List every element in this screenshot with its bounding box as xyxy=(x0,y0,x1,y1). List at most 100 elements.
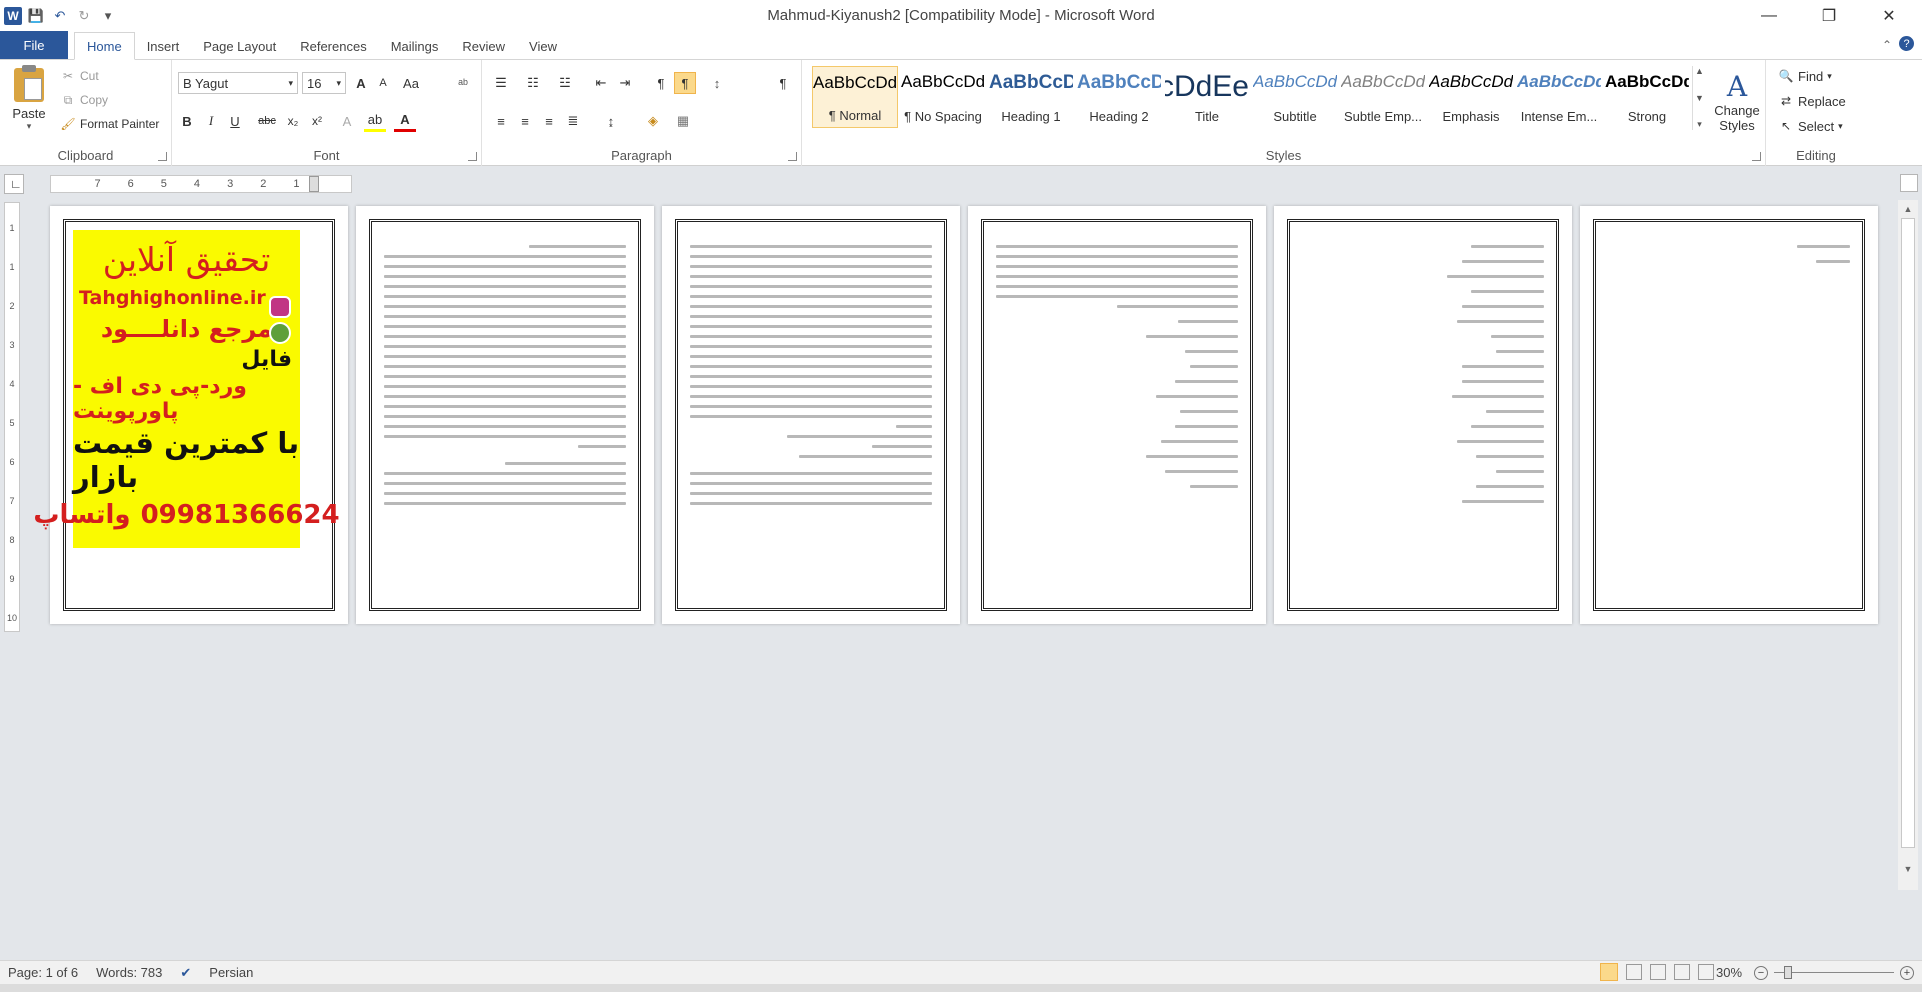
multilevel-list-button[interactable]: ☳ xyxy=(554,72,576,94)
paragraph-dialog-launcher[interactable] xyxy=(788,152,797,161)
shrink-font-button[interactable]: A xyxy=(372,72,394,94)
replace-button[interactable]: ⇄ Replace xyxy=(1778,93,1846,109)
zoom-slider[interactable] xyxy=(1774,972,1894,973)
strikethrough-button[interactable]: abc xyxy=(256,110,278,132)
paste-button[interactable]: Paste ▾ xyxy=(8,65,50,138)
align-right-button[interactable]: ≡ xyxy=(538,110,560,132)
outline-icon[interactable] xyxy=(1674,964,1690,980)
text-effects-button[interactable]: A xyxy=(336,110,358,132)
style-title[interactable]: AaBbCcDdEe Title xyxy=(1164,66,1250,128)
style-strong[interactable]: AaBbCcDdEe Strong xyxy=(1604,66,1690,128)
full-screen-reading-icon[interactable] xyxy=(1626,964,1642,980)
font-color-button[interactable]: A xyxy=(394,110,416,132)
show-formatting-button[interactable]: ¶ xyxy=(772,72,794,94)
zoom-in-button[interactable]: + xyxy=(1900,965,1914,980)
minimize-button[interactable]: — xyxy=(1746,0,1792,32)
tab-insert[interactable]: Insert xyxy=(135,33,192,59)
zoom-level[interactable]: 30% xyxy=(1716,965,1742,980)
tab-file[interactable]: File xyxy=(0,31,68,59)
rtl-button[interactable]: ¶ xyxy=(674,72,696,94)
style-normal[interactable]: AaBbCcDdEe ¶ Normal xyxy=(812,66,898,128)
italic-button[interactable]: I xyxy=(200,110,222,132)
cut-button[interactable]: ✂ Cut xyxy=(60,68,99,84)
redo-icon[interactable]: ↻ xyxy=(74,6,94,26)
style-heading-1[interactable]: AaBbCcDdEe Heading 1 xyxy=(988,66,1074,128)
styles-scroll[interactable]: ▲ ▼ ▾ xyxy=(1692,66,1706,130)
scroll-down-icon[interactable]: ▼ xyxy=(1695,93,1704,103)
paste-dropdown-icon[interactable]: ▾ xyxy=(27,121,32,132)
find-button[interactable]: 🔍 Find ▾ xyxy=(1778,68,1832,84)
scroll-up-arrow[interactable]: ▲ xyxy=(1898,204,1918,214)
document-area[interactable]: تحقیق آنلاین Tahghighonline.ir مرجع دانل… xyxy=(26,196,1898,952)
help-icon[interactable]: ? xyxy=(1899,36,1914,51)
more-styles-icon[interactable]: ▾ xyxy=(1697,119,1702,130)
change-case-button[interactable]: Aa xyxy=(400,72,422,94)
vertical-scrollbar[interactable]: ▲ ▼ xyxy=(1898,200,1918,890)
highlight-button[interactable]: ab xyxy=(364,110,386,132)
font-dialog-launcher[interactable] xyxy=(468,152,477,161)
select-button[interactable]: ↖ Select ▾ xyxy=(1778,118,1843,134)
tab-home[interactable]: Home xyxy=(74,32,135,60)
subscript-button[interactable]: x₂ xyxy=(282,110,304,132)
justify-button[interactable]: ≣ xyxy=(562,110,584,132)
tab-review[interactable]: Review xyxy=(450,33,517,59)
view-ruler-icon[interactable] xyxy=(1900,174,1918,192)
change-styles-button[interactable]: A Change Styles xyxy=(1710,70,1764,134)
zoom-slider-thumb[interactable] xyxy=(1784,966,1792,979)
grow-font-button[interactable]: A xyxy=(350,72,372,94)
indent-marker[interactable] xyxy=(309,176,319,192)
numbering-button[interactable]: ☷ xyxy=(522,72,544,94)
font-size-combo[interactable]: 16 ▾ xyxy=(302,72,346,94)
increase-indent-button[interactable]: ⇥ xyxy=(614,72,636,94)
horizontal-ruler[interactable]: 7 6 5 4 3 2 1 xyxy=(50,175,352,193)
align-left-button[interactable]: ≡ xyxy=(490,110,512,132)
page-count[interactable]: Page: 1 of 6 xyxy=(8,965,78,980)
style-no-spacing[interactable]: AaBbCcDdEe ¶ No Spacing xyxy=(900,66,986,128)
scroll-up-icon[interactable]: ▲ xyxy=(1695,66,1704,76)
tab-view[interactable]: View xyxy=(517,33,569,59)
ltr-button[interactable]: ¶ xyxy=(650,72,672,94)
word-app-icon[interactable]: W xyxy=(4,7,22,25)
scroll-thumb[interactable] xyxy=(1901,218,1915,848)
vertical-ruler[interactable]: 1 1 2 3 4 5 6 7 8 9 10 xyxy=(4,202,20,632)
copy-button[interactable]: ⧉ Copy xyxy=(60,92,108,108)
tab-page-layout[interactable]: Page Layout xyxy=(191,33,288,59)
word-count[interactable]: Words: 783 xyxy=(96,965,162,980)
zoom-out-button[interactable]: − xyxy=(1754,965,1768,980)
style-subtle-emphasis[interactable]: AaBbCcDdEe Subtle Emp... xyxy=(1340,66,1426,128)
style-subtitle[interactable]: AaBbCcDdEe Subtitle xyxy=(1252,66,1338,128)
undo-icon[interactable]: ↶ xyxy=(50,6,70,26)
clipboard-dialog-launcher[interactable] xyxy=(158,152,167,161)
customize-qat-icon[interactable]: ▾ xyxy=(98,6,118,26)
tab-mailings[interactable]: Mailings xyxy=(379,33,451,59)
minimize-ribbon-icon[interactable]: ⌃ xyxy=(1882,38,1892,52)
shading-button[interactable]: ◈ xyxy=(642,110,664,132)
superscript-button[interactable]: x² xyxy=(306,110,328,132)
font-family-combo[interactable]: B Yagut ▾ xyxy=(178,72,298,94)
web-layout-icon[interactable] xyxy=(1650,964,1666,980)
align-center-button[interactable]: ≡ xyxy=(514,110,536,132)
sort-button[interactable]: ↕ xyxy=(706,72,728,94)
underline-button[interactable]: U xyxy=(224,110,246,132)
close-button[interactable]: ✕ xyxy=(1866,0,1912,32)
print-layout-icon[interactable] xyxy=(1600,963,1618,981)
save-icon[interactable]: 💾 xyxy=(26,6,46,26)
horizontal-scrollbar[interactable] xyxy=(0,984,1922,992)
borders-button[interactable]: ▦ xyxy=(672,110,694,132)
clear-formatting-button[interactable]: ᵃᵇ xyxy=(452,72,474,94)
tab-references[interactable]: References xyxy=(288,33,378,59)
draft-icon[interactable] xyxy=(1698,964,1714,980)
style-emphasis[interactable]: AaBbCcDdEe Emphasis xyxy=(1428,66,1514,128)
language-indicator[interactable]: Persian xyxy=(209,965,253,980)
style-intense-emphasis[interactable]: AaBbCcDdEe Intense Em... xyxy=(1516,66,1602,128)
proofing-icon[interactable]: ✔ xyxy=(180,965,191,981)
tab-selector[interactable]: ∟ xyxy=(4,174,24,194)
scroll-down-arrow[interactable]: ▼ xyxy=(1898,864,1918,874)
style-heading-2[interactable]: AaBbCcDdEe Heading 2 xyxy=(1076,66,1162,128)
bullets-button[interactable]: ☰ xyxy=(490,72,512,94)
line-spacing-button[interactable]: ↨ xyxy=(600,110,622,132)
bold-button[interactable]: B xyxy=(176,110,198,132)
styles-dialog-launcher[interactable] xyxy=(1752,152,1761,161)
restore-button[interactable]: ❐ xyxy=(1806,0,1852,32)
decrease-indent-button[interactable]: ⇤ xyxy=(590,72,612,94)
